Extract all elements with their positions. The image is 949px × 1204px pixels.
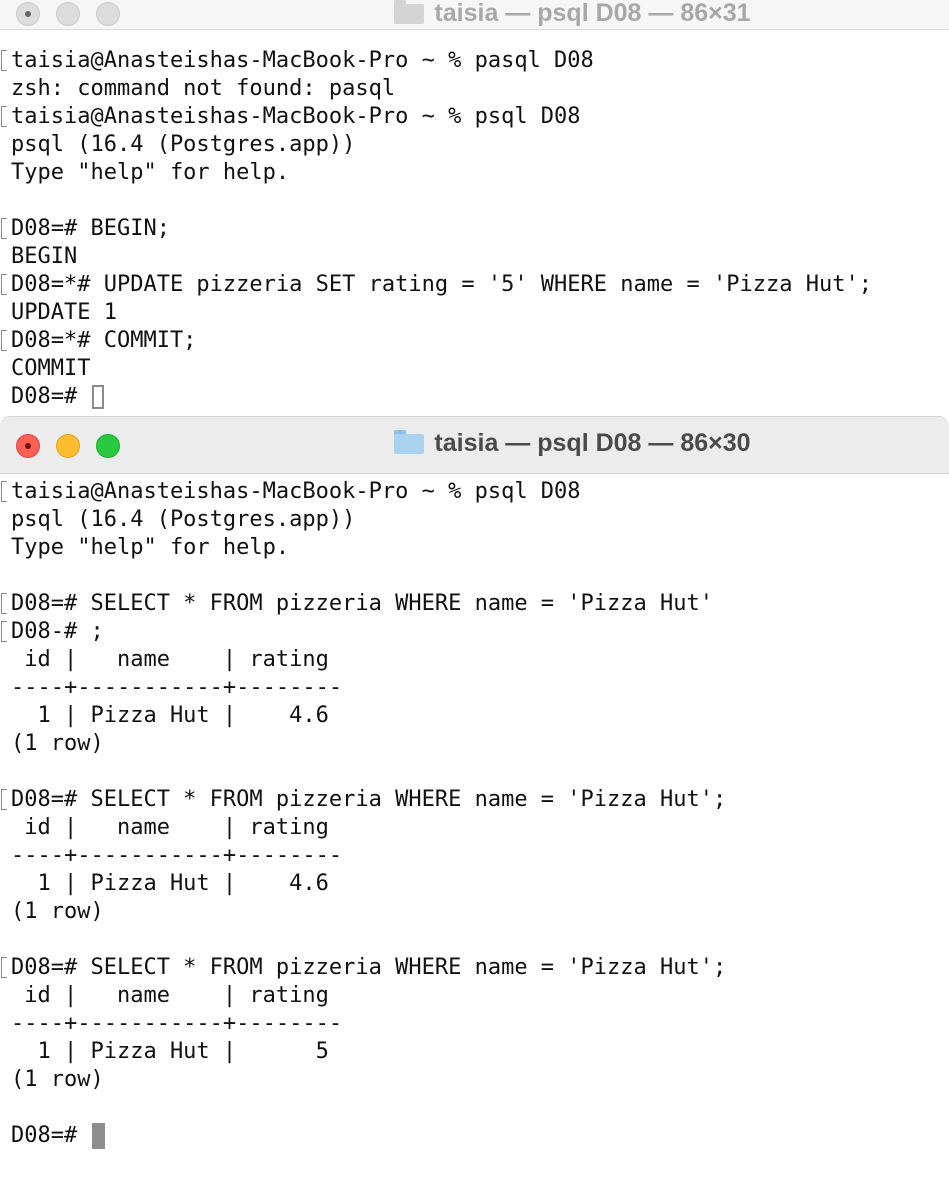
- title-bar[interactable]: taisia — psql D08 — 86×30: [0, 417, 949, 474]
- terminal-line-text: psql (16.4 (Postgres.app)): [11, 132, 356, 157]
- command-mark: [1, 957, 7, 978]
- terminal-line: BEGIN: [0, 243, 949, 271]
- terminal-line-text: ----+-----------+--------: [11, 843, 343, 868]
- terminal-line: (1 row): [0, 898, 949, 926]
- terminal-window-top[interactable]: taisia — psql D08 — 86×31 taisia@Anastei…: [0, 0, 949, 416]
- terminal-line: Type "help" for help.: [0, 159, 949, 187]
- window-title: taisia — psql D08 — 86×31: [0, 0, 949, 28]
- terminal-line-text: 1 | Pizza Hut | 5: [11, 1039, 329, 1064]
- terminal-line: D08=# SELECT * FROM pizzeria WHERE name …: [0, 786, 949, 814]
- terminal-line: Type "help" for help.: [0, 534, 949, 562]
- terminal-line: id | name | rating: [0, 646, 949, 674]
- terminal-line: 1 | Pizza Hut | 4.6: [0, 702, 949, 730]
- terminal-line-text: (1 row): [11, 731, 104, 756]
- terminal-line-text: ----+-----------+--------: [11, 675, 343, 700]
- terminal-line-text: 1 | Pizza Hut | 4.6: [11, 871, 329, 896]
- command-mark: [1, 330, 7, 351]
- prompt-text: D08=#: [11, 384, 91, 409]
- folder-icon: [394, 430, 425, 454]
- terminal-line: D08=*# UPDATE pizzeria SET rating = '5' …: [0, 271, 949, 299]
- command-mark: [1, 593, 7, 614]
- terminal-line-text: id | name | rating: [11, 983, 329, 1008]
- prompt-line[interactable]: D08=#: [0, 1122, 949, 1150]
- cursor: [92, 385, 105, 409]
- window-title-text: taisia — psql D08 — 86×30: [434, 429, 751, 457]
- terminal-line-text: D08=# SELECT * FROM pizzeria WHERE name …: [11, 787, 727, 812]
- terminal-output[interactable]: taisia@Anasteishas-MacBook-Pro ~ % psql …: [0, 478, 949, 1150]
- terminal-window-bottom[interactable]: taisia — psql D08 — 86×30 taisia@Anastei…: [0, 416, 949, 1204]
- terminal-line: ----+-----------+--------: [0, 842, 949, 870]
- terminal-line: id | name | rating: [0, 982, 949, 1010]
- prompt-text: D08=#: [11, 1123, 91, 1148]
- terminal-line-text: D08=# SELECT * FROM pizzeria WHERE name …: [11, 591, 713, 616]
- terminal-line-text: BEGIN: [11, 244, 78, 269]
- command-mark: [1, 218, 7, 239]
- terminal-line: D08=# SELECT * FROM pizzeria WHERE name …: [0, 590, 949, 618]
- terminal-line-text: zsh: command not found: pasql: [11, 76, 396, 101]
- terminal-line-text: taisia@Anasteishas-MacBook-Pro ~ % psql …: [11, 104, 581, 129]
- terminal-line: (1 row): [0, 1066, 949, 1094]
- command-mark: [1, 621, 7, 642]
- command-mark: [1, 50, 7, 71]
- terminal-line: id | name | rating: [0, 814, 949, 842]
- terminal-line-text: ----+-----------+--------: [11, 1011, 343, 1036]
- command-mark: [1, 106, 7, 127]
- terminal-line: D08=*# COMMIT;: [0, 327, 949, 355]
- title-bar[interactable]: taisia — psql D08 — 86×31: [0, 0, 949, 30]
- terminal-line: taisia@Anasteishas-MacBook-Pro ~ % psql …: [0, 478, 949, 506]
- terminal-line: psql (16.4 (Postgres.app)): [0, 131, 949, 159]
- terminal-line-text: D08=# BEGIN;: [11, 216, 170, 241]
- terminal-line: taisia@Anasteishas-MacBook-Pro ~ % pasql…: [0, 47, 949, 75]
- cursor: [92, 1123, 106, 1149]
- terminal-line-text: (1 row): [11, 1067, 104, 1092]
- terminal-line: (1 row): [0, 730, 949, 758]
- terminal-line-text: taisia@Anasteishas-MacBook-Pro ~ % psql …: [11, 479, 581, 504]
- terminal-line-text: COMMIT: [11, 356, 91, 381]
- terminal-line: 1 | Pizza Hut | 4.6: [0, 870, 949, 898]
- terminal-output[interactable]: taisia@Anasteishas-MacBook-Pro ~ % pasql…: [0, 47, 949, 411]
- terminal-line: D08-# ;: [0, 618, 949, 646]
- command-mark: [1, 481, 7, 502]
- terminal-line: D08=# BEGIN;: [0, 215, 949, 243]
- prompt-line[interactable]: D08=#: [0, 383, 949, 411]
- terminal-line-text: taisia@Anasteishas-MacBook-Pro ~ % pasql…: [11, 48, 594, 73]
- terminal-line: zsh: command not found: pasql: [0, 75, 949, 103]
- terminal-line-text: Type "help" for help.: [11, 160, 290, 185]
- terminal-line: taisia@Anasteishas-MacBook-Pro ~ % psql …: [0, 103, 949, 131]
- window-title-text: taisia — psql D08 — 86×31: [434, 0, 751, 27]
- terminal-line-text: (1 row): [11, 899, 104, 924]
- terminal-line: ----+-----------+--------: [0, 1010, 949, 1038]
- terminal-line: ----+-----------+--------: [0, 674, 949, 702]
- command-mark: [1, 274, 7, 295]
- terminal-line-text: 1 | Pizza Hut | 4.6: [11, 703, 329, 728]
- terminal-line-text: D08-# ;: [11, 619, 104, 644]
- terminal-line-text: D08=*# COMMIT;: [11, 328, 197, 353]
- terminal-line: D08=# SELECT * FROM pizzeria WHERE name …: [0, 954, 949, 982]
- window-title: taisia — psql D08 — 86×30: [0, 429, 949, 458]
- terminal-line-text: id | name | rating: [11, 815, 329, 840]
- terminal-line-text: id | name | rating: [11, 647, 329, 672]
- terminal-line: 1 | Pizza Hut | 5: [0, 1038, 949, 1066]
- terminal-line: UPDATE 1: [0, 299, 949, 327]
- terminal-line-text: D08=*# UPDATE pizzeria SET rating = '5' …: [11, 272, 872, 297]
- terminal-line: COMMIT: [0, 355, 949, 383]
- terminal-line-text: psql (16.4 (Postgres.app)): [11, 507, 356, 532]
- terminal-line-text: D08=# SELECT * FROM pizzeria WHERE name …: [11, 955, 727, 980]
- terminal-line: psql (16.4 (Postgres.app)): [0, 506, 949, 534]
- terminal-line-text: Type "help" for help.: [11, 535, 290, 560]
- command-mark: [1, 789, 7, 810]
- terminal-line-text: UPDATE 1: [11, 300, 117, 325]
- folder-icon: [394, 0, 425, 24]
